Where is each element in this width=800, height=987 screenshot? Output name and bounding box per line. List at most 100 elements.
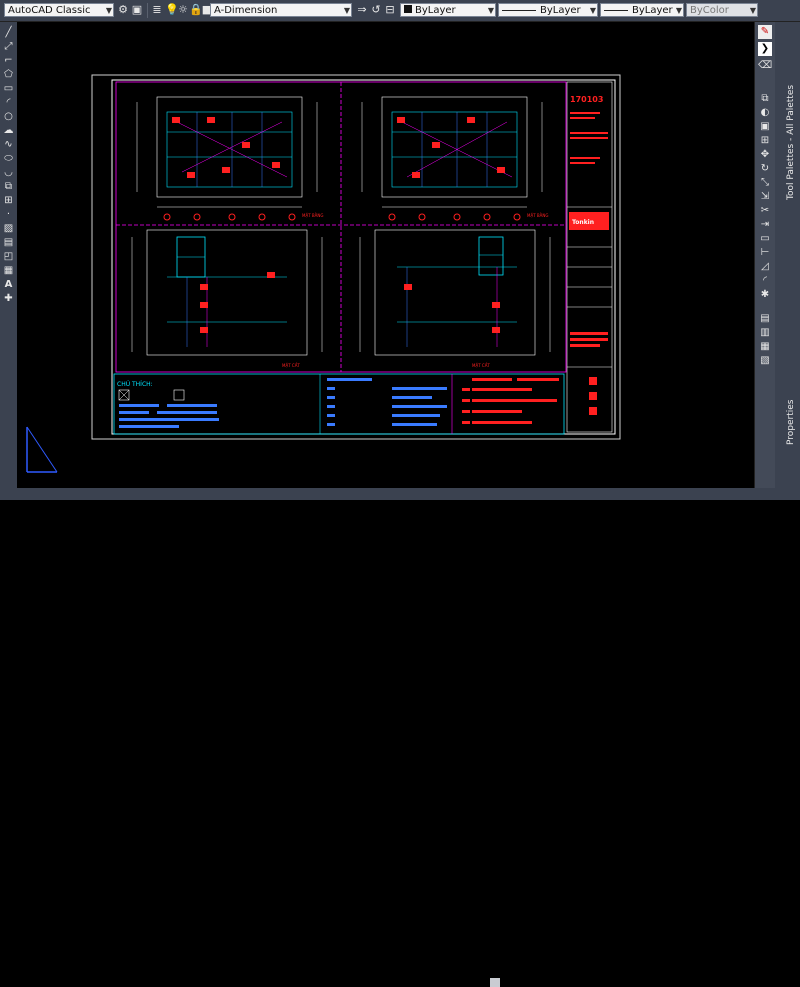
scale-icon[interactable]: ⤡ <box>758 176 772 190</box>
line-icon[interactable]: ╱ <box>2 26 15 39</box>
workspace-settings-icon[interactable]: ⚙ <box>117 4 129 16</box>
scroll-thumb[interactable] <box>490 978 500 987</box>
layer-dropdown[interactable]: A-Dimension ▼ <box>210 3 352 17</box>
explode-icon[interactable]: ✱ <box>758 288 772 302</box>
rectangle-icon[interactable]: ▭ <box>2 82 15 95</box>
fixture-mark <box>467 117 475 123</box>
spline-icon[interactable]: ∿ <box>2 138 15 151</box>
linetype-label: ByLayer <box>540 5 581 16</box>
pencil-icon[interactable]: ✎ <box>758 25 772 39</box>
section-outline <box>374 229 536 356</box>
bulb-icon[interactable]: 💡 <box>165 4 179 16</box>
circle-icon[interactable]: ○ <box>2 110 15 123</box>
fixture-mark <box>222 167 230 173</box>
legend-line <box>392 396 432 399</box>
layer-match-icon[interactable]: ⊟ <box>384 4 396 16</box>
legend-line <box>517 378 559 381</box>
layer-freeze-icon[interactable]: ▦ <box>758 340 772 354</box>
fixture-mark <box>200 327 208 333</box>
grid-bubble <box>163 213 171 221</box>
layer-isolate-icon[interactable]: ▥ <box>758 326 772 340</box>
add-selected-icon[interactable]: ✚ <box>2 292 15 305</box>
properties-tab[interactable]: Properties <box>786 385 800 445</box>
layer-state-icon[interactable]: ▤ <box>758 312 772 326</box>
chamfer-icon[interactable]: ◿ <box>758 260 772 274</box>
fixture-mark <box>497 167 505 173</box>
legend-line <box>472 421 532 424</box>
lock-icon[interactable]: 🔒 <box>189 4 203 16</box>
legend-line <box>327 405 335 408</box>
ucs-diagonal <box>26 426 58 473</box>
chevron-down-icon: ▼ <box>105 6 112 15</box>
make-block-icon[interactable]: ⊞ <box>2 194 15 207</box>
horizontal-scrollbar[interactable] <box>0 488 800 987</box>
offset-icon[interactable]: ▣ <box>758 120 772 134</box>
join-icon[interactable]: ⊢ <box>758 246 772 260</box>
ellipse-icon[interactable]: ⬭ <box>2 152 15 165</box>
tool-palettes-tab[interactable]: Tool Palettes - All Palettes <box>786 85 800 200</box>
title-text-line <box>570 162 595 164</box>
layer-previous-icon[interactable]: ↺ <box>370 4 382 16</box>
plotstyle-dropdown[interactable]: ByColor ▼ <box>686 3 758 17</box>
point-icon[interactable]: · <box>2 208 15 221</box>
legend-line <box>392 414 440 417</box>
ellipse-arc-icon[interactable]: ◡ <box>2 166 15 179</box>
fixture-mark <box>412 172 420 178</box>
legend-line <box>119 411 149 414</box>
stretch-icon[interactable]: ⇲ <box>758 190 772 204</box>
make-current-layer-icon[interactable]: ⇒ <box>356 4 368 16</box>
drawing-canvas[interactable]: MẶT BẰNG MẶT BẰNG MẶT CẮT MẶT CẮT CHÚ TH… <box>17 22 754 488</box>
section-label: MẶT CẮT <box>282 363 300 368</box>
polygon-icon[interactable]: ⬠ <box>2 68 15 81</box>
revision-cloud-icon[interactable]: ☁ <box>2 124 15 137</box>
erase-icon[interactable]: ⌫ <box>758 59 772 73</box>
break-icon[interactable]: ▭ <box>758 232 772 246</box>
hatch-icon[interactable]: ▨ <box>2 222 15 235</box>
polyline-icon[interactable]: ⌐ <box>2 54 15 67</box>
lineweight-preview <box>604 9 628 11</box>
table-icon[interactable]: ▦ <box>2 264 15 277</box>
region-icon[interactable]: ◰ <box>2 250 15 263</box>
layer-off-icon[interactable]: ▧ <box>758 354 772 368</box>
lock-ui-icon[interactable]: ▣ <box>131 4 143 16</box>
lineweight-dropdown[interactable]: ByLayer ▼ <box>600 3 684 17</box>
legend-line <box>327 414 335 417</box>
mirror-icon[interactable]: ◐ <box>758 106 772 120</box>
layer-properties-icon[interactable]: ≣ <box>151 4 163 16</box>
extend-icon[interactable]: ⇥ <box>758 218 772 232</box>
grid-bubble <box>288 213 296 221</box>
insert-block-icon[interactable]: ⧉ <box>2 180 15 193</box>
title-block: 170103 Tonkin <box>566 81 613 433</box>
fixture-mark <box>397 117 405 123</box>
plan-walls <box>166 111 293 188</box>
section-bottom-left: MẶT CẮT <box>131 229 323 368</box>
title-text-line <box>570 332 608 335</box>
construction-line-icon[interactable]: ⤢ <box>2 40 15 53</box>
fixture-mark <box>187 172 195 178</box>
trim-icon[interactable]: ✂ <box>758 204 772 218</box>
color-dropdown[interactable]: ByLayer ▼ <box>400 3 496 17</box>
legend-line <box>327 423 335 426</box>
equipment-block <box>478 236 504 276</box>
chevron-down-icon: ▼ <box>487 6 494 15</box>
drawing-sheet: MẶT BẰNG MẶT BẰNG MẶT CẮT MẶT CẮT CHÚ TH… <box>26 74 621 473</box>
array-icon[interactable]: ⊞ <box>758 134 772 148</box>
multiline-text-icon[interactable]: A <box>2 278 15 291</box>
linetype-dropdown[interactable]: ByLayer ▼ <box>498 3 598 17</box>
fixture-mark <box>492 302 500 308</box>
fillet-icon[interactable]: ◜ <box>758 274 772 288</box>
sun-icon[interactable]: ☼ <box>177 4 189 16</box>
arc-icon[interactable]: ◜ <box>2 96 15 109</box>
rotate-icon[interactable]: ↻ <box>758 162 772 176</box>
workspace-dropdown[interactable]: AutoCAD Classic ▼ <box>4 3 114 17</box>
title-text-line <box>570 338 608 341</box>
arrow-right-icon[interactable]: ❯ <box>758 42 772 56</box>
copy-icon[interactable]: ⧉ <box>758 92 772 106</box>
ucs-icon <box>26 426 58 473</box>
gradient-icon[interactable]: ▤ <box>2 236 15 249</box>
layer-label: A-Dimension <box>214 5 278 16</box>
move-icon[interactable]: ✥ <box>758 148 772 162</box>
plan-top-right: MẶT BẰNG <box>361 96 548 221</box>
legend-line <box>472 378 512 381</box>
legend-line <box>119 425 179 428</box>
